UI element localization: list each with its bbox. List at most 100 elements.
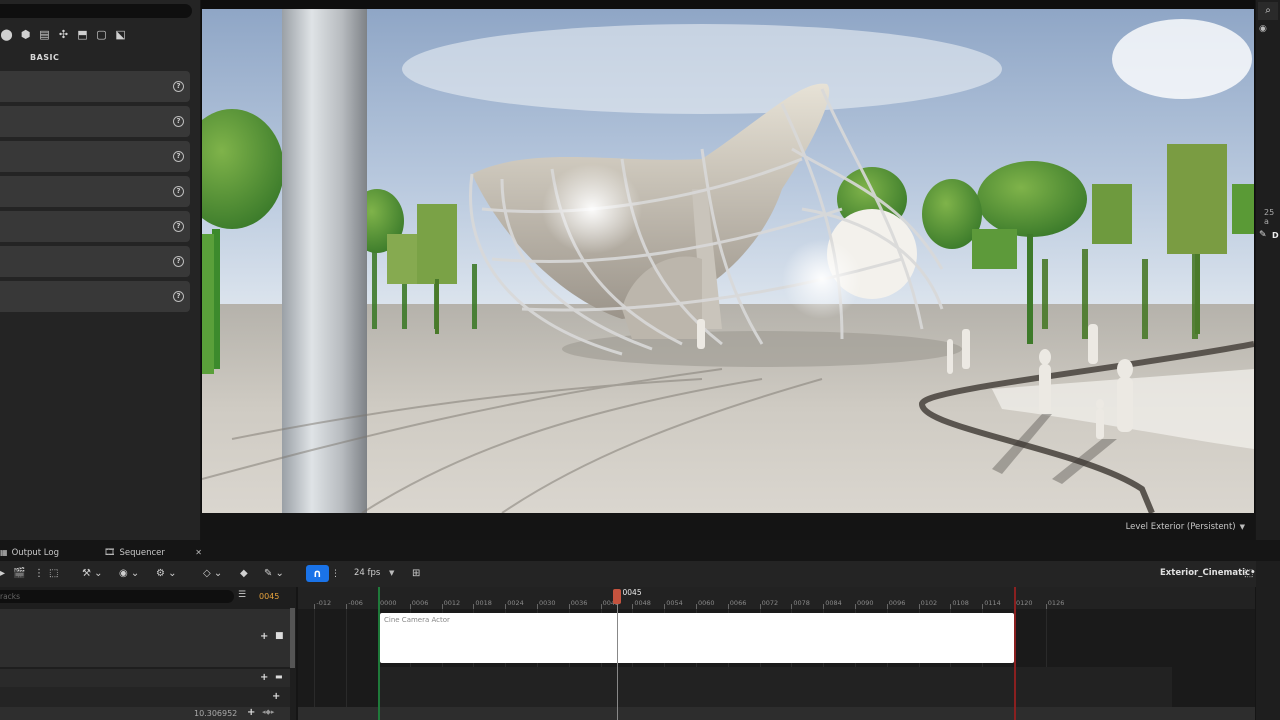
filter-icon[interactable]: ☰ — [238, 590, 246, 600]
right-bottom-panel — [1256, 561, 1280, 720]
playback-range-start-marker[interactable] — [378, 587, 380, 720]
actor-category-row[interactable]: ? — [0, 141, 190, 172]
track-row-camera[interactable]: + ■ — [0, 609, 290, 667]
timeline-scroll-strip[interactable] — [298, 707, 1255, 720]
ruler-tick-label: 0066 — [729, 599, 747, 607]
playhead-handle[interactable] — [612, 589, 621, 604]
track-search-placeholder: racks — [0, 592, 21, 601]
play-options-icon[interactable]: ▸ — [0, 567, 5, 581]
viewport-render[interactable] — [202, 9, 1254, 513]
tab-output-log-label: Output Log — [11, 547, 59, 558]
camera-icon[interactable]: ■ — [275, 631, 284, 641]
snapping-toggle-button[interactable]: ∩ — [306, 565, 329, 582]
ruler-tick-label: 0078 — [793, 599, 810, 607]
current-level-dropdown[interactable]: Level Exterior (Persistent) ▼ — [1126, 519, 1245, 534]
frame-rate-dropdown[interactable]: 24 fps ▼ — [354, 568, 394, 578]
key-options-icon[interactable]: ◇ ⌄ — [203, 567, 222, 581]
add-track-icon[interactable]: + — [272, 691, 280, 702]
view-options-icon[interactable]: ◉ ⌄ — [119, 567, 139, 581]
track-outliner: racks ☰ 0045 + ■ + ▬ + 10.306952 + ◂◆▸ — [0, 587, 296, 720]
tab-sequencer[interactable]: 🎞 Sequencer ✕ — [104, 544, 206, 561]
track-search-input[interactable]: racks — [0, 590, 234, 603]
more-options-icon[interactable]: ⋮ — [34, 567, 44, 581]
tools-dropdown-icon[interactable]: ⚒ ⌄ — [82, 567, 103, 581]
tab-output-log[interactable]: ▦ Output Log — [0, 544, 59, 561]
edit-icon[interactable]: ✎ — [1259, 230, 1267, 240]
ruler-tick-label: 0018 — [475, 599, 492, 607]
playback-range-end-marker[interactable] — [1014, 587, 1016, 720]
chevron-down-icon: ▼ — [389, 569, 395, 577]
lighting-icon[interactable]: ▤ — [38, 28, 51, 41]
viewport-status-bar: Level Exterior (Persistent) ▼ — [201, 513, 1255, 540]
track-row-camera-cuts[interactable]: + ▬ — [0, 669, 290, 687]
camera-tools-icon[interactable]: ⬚ — [49, 567, 58, 581]
render-movie-icon[interactable]: 🎬 — [13, 567, 25, 581]
snap-options-icon[interactable]: ⋮ — [331, 567, 340, 581]
chevron-down-icon: ▼ — [1239, 522, 1245, 531]
help-icon[interactable]: ? — [173, 186, 184, 197]
panel-splitter[interactable] — [290, 608, 295, 668]
current-frame-readout[interactable]: 0045 — [259, 592, 279, 601]
help-icon[interactable]: ? — [173, 291, 184, 302]
ruler-tick-label: 0102 — [920, 599, 938, 607]
playback-range-icon[interactable]: ⊞ — [412, 567, 420, 581]
ruler-tick-label: 0114 — [984, 599, 1001, 607]
add-track-icon[interactable]: + — [260, 631, 268, 642]
lock-icon[interactable]: ⬚ — [1244, 567, 1253, 581]
place-mode-toolbar: ⬤ ⬢ ▤ ✣ ⬒ ▢ ⬕ — [0, 28, 127, 44]
camera-section-bar[interactable]: Cine Camera Actor — [380, 613, 1014, 663]
ruler-tick-label: 0024 — [507, 599, 524, 607]
ruler-tick-label: 0060 — [698, 599, 715, 607]
help-icon[interactable]: ? — [173, 151, 184, 162]
track-lane[interactable] — [378, 667, 1172, 707]
bottom-tab-bar: ▦ Output Log 🎞 Sequencer ✕ — [0, 541, 1280, 561]
timeline-grid-line — [314, 609, 316, 720]
keyframe-icon[interactable]: ◆ — [240, 567, 248, 581]
place-icon[interactable]: ⬤ — [0, 28, 13, 41]
ruler-tick-label: 0030 — [539, 599, 556, 607]
sequencer-timeline[interactable]: -012 -006 0000 0006 0012 0018 0024 0030 0036 0042… — [298, 587, 1255, 720]
help-icon[interactable]: ? — [173, 81, 184, 92]
place-actors-search-input[interactable] — [0, 4, 192, 18]
time-ruler[interactable]: -012 -006 0000 0006 0012 0018 0024 0030 0036 0042… — [298, 587, 1255, 609]
ruler-tick-label: -012 — [316, 599, 332, 607]
actor-category-row[interactable]: ? — [0, 211, 190, 242]
volume-icon[interactable]: ▢ — [95, 28, 108, 41]
scene-render — [202, 9, 1254, 513]
geometry-icon[interactable]: ⬒ — [76, 28, 89, 41]
search-icon[interactable]: ⌕ — [1258, 2, 1278, 20]
key-navigation-icon[interactable]: ◂◆▸ — [262, 708, 274, 716]
edit-tool-icon[interactable]: ✎ ⌄ — [264, 567, 284, 581]
shape-icon[interactable]: ⬢ — [19, 28, 32, 41]
visibility-eye-icon[interactable]: ◉ — [1259, 24, 1267, 34]
ruler-tick-label: 0054 — [666, 599, 683, 607]
sequencer-toolbar: ▸ 🎬 ⋮ ⬚ ⚒ ⌄ ◉ ⌄ ⚙ ⌄ ◇ ⌄ ◆ ✎ ⌄ ∩ ⋮ 24 fps… — [0, 561, 1280, 587]
help-icon[interactable]: ? — [173, 116, 184, 127]
actor-category-row[interactable]: ? — [0, 106, 190, 137]
ruler-tick-label: 0126 — [1047, 599, 1065, 607]
shot-icon[interactable]: ▬ — [275, 672, 283, 681]
tab-sequencer-label: Sequencer — [119, 547, 165, 558]
add-key-icon[interactable]: + — [247, 707, 255, 718]
actor-category-row[interactable]: ? — [0, 281, 190, 312]
track-row-actor[interactable]: + — [0, 687, 290, 707]
sequence-name-label: Exterior_Cinematic• — [1160, 568, 1256, 578]
help-icon[interactable]: ? — [173, 221, 184, 232]
details-value: 25 a — [1264, 208, 1275, 226]
add-track-icon[interactable]: + — [260, 672, 268, 683]
help-icon[interactable]: ? — [173, 256, 184, 267]
ruler-tick-label: 0120 — [1016, 599, 1033, 607]
playback-options-icon[interactable]: ⚙ ⌄ — [156, 567, 177, 581]
actor-category-row[interactable]: ? — [0, 176, 190, 207]
ruler-tick-label: 0048 — [634, 599, 651, 607]
actor-category-row[interactable]: ? — [0, 246, 190, 277]
current-level-label: Level Exterior (Persistent) — [1125, 521, 1236, 532]
close-icon[interactable]: ✕ — [195, 548, 202, 557]
ruler-tick-label: 0036 — [570, 599, 588, 607]
property-value[interactable]: 10.306952 — [194, 709, 237, 718]
visual-effects-icon[interactable]: ✣ — [57, 28, 70, 41]
actor-category-row[interactable]: ? — [0, 71, 190, 102]
frame-rate-label: 24 fps — [354, 568, 381, 578]
all-classes-icon[interactable]: ⬕ — [114, 28, 127, 41]
ruler-tick-label: 0012 — [443, 599, 461, 607]
